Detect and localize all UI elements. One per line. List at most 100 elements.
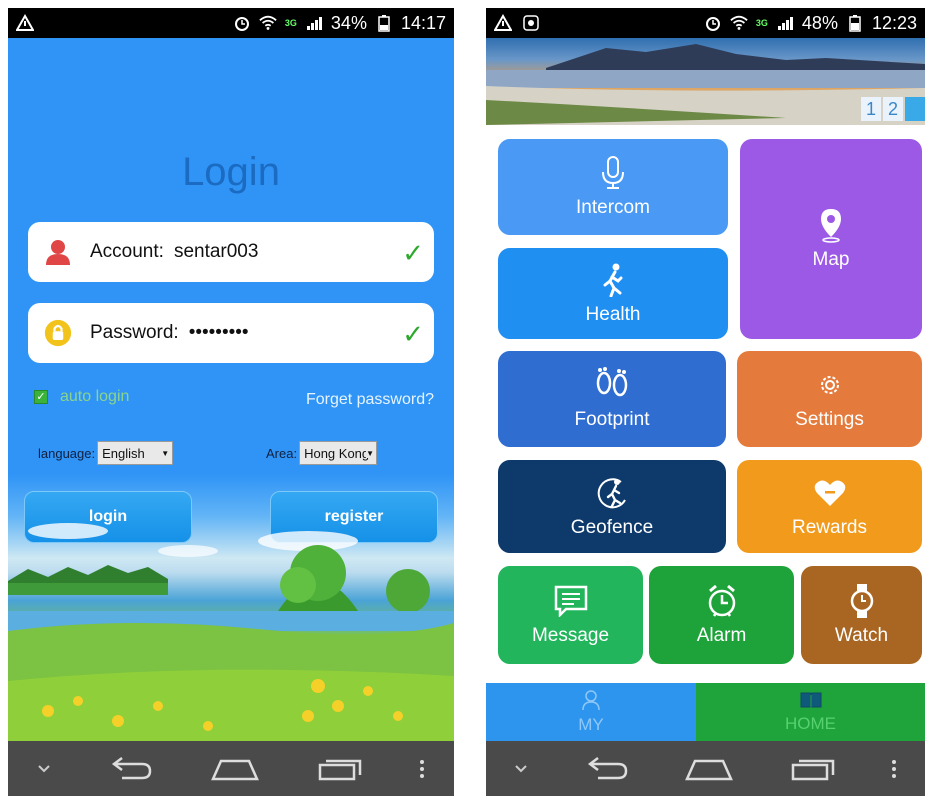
geofence-tile[interactable]: Geofence — [498, 460, 726, 553]
settings-label: Settings — [795, 409, 864, 430]
watch-icon — [849, 583, 875, 619]
dropdown-arrow-icon: ▼ — [366, 448, 375, 458]
password-field[interactable]: Password: ••••••••• ✓ — [28, 303, 434, 363]
clock-time: 12:23 — [871, 12, 917, 33]
network-type: 3G — [284, 17, 297, 28]
photo-banner[interactable]: 1 2 3 — [486, 38, 925, 125]
overflow-menu-icon[interactable] — [891, 759, 897, 779]
pager-dot-2[interactable]: 2 — [883, 97, 903, 121]
system-nav-bar — [486, 741, 925, 796]
status-bar: 3G 48% 12:23 — [486, 8, 925, 38]
status-bar: 3G 34% 14:17 — [8, 8, 454, 38]
bottom-tab-bar: MY HOME — [486, 683, 925, 741]
warning-icon — [494, 14, 512, 32]
home-icon[interactable] — [211, 757, 259, 781]
language-row: language: English ▼ — [38, 441, 174, 465]
checkbox-icon[interactable]: ✓ — [34, 390, 48, 404]
map-tile[interactable]: Map — [740, 139, 922, 339]
pager-dot-1[interactable]: 1 — [861, 97, 881, 121]
tab-my[interactable]: MY — [486, 683, 696, 741]
heart-icon — [814, 475, 846, 511]
back-icon[interactable] — [108, 756, 154, 782]
system-nav-bar — [8, 741, 454, 796]
login-screen: 3G 34% 14:17 Login Account: sentar003 ✓ — [8, 8, 454, 796]
auto-login-checkbox[interactable]: ✓ auto login — [34, 388, 129, 406]
chevron-down-icon[interactable] — [37, 764, 51, 774]
page-title: Login — [182, 150, 280, 194]
message-tile[interactable]: Message — [498, 566, 643, 664]
account-label: Account: — [90, 241, 164, 262]
battery-percent: 48% — [801, 12, 838, 33]
chevron-down-icon[interactable] — [514, 764, 528, 774]
footprint-label: Footprint — [574, 409, 650, 430]
battery-icon — [375, 14, 393, 32]
overflow-menu-icon[interactable] — [419, 759, 425, 779]
account-field[interactable]: Account: sentar003 ✓ — [28, 222, 434, 282]
checkmark-icon: ✓ — [402, 319, 424, 349]
runner-icon — [601, 262, 625, 298]
alarm-label: Alarm — [696, 625, 747, 646]
lock-icon — [44, 319, 72, 347]
geofence-icon — [595, 475, 629, 511]
wifi-icon — [730, 14, 748, 32]
intercom-tile[interactable]: Intercom — [498, 139, 728, 235]
landscape-illustration — [8, 523, 454, 741]
geofence-label: Geofence — [570, 516, 654, 538]
area-select[interactable]: Hong Kong ▼ — [299, 441, 378, 465]
health-label: Health — [585, 303, 641, 325]
banner-pager[interactable]: 1 2 3 — [859, 97, 925, 121]
rewards-tile[interactable]: Rewards — [737, 460, 922, 553]
gear-icon — [819, 367, 841, 403]
language-value: English — [102, 445, 145, 461]
login-background: Login Account: sentar003 ✓ Password: •••… — [8, 38, 454, 741]
forget-password-link[interactable]: Forget password? — [306, 391, 434, 409]
network-type: 3G — [755, 17, 768, 28]
area-label: Area: — [266, 445, 298, 461]
person-icon — [582, 689, 600, 715]
watch-label: Watch — [834, 625, 889, 646]
area-value: Hong Kong — [304, 445, 370, 461]
recent-apps-icon[interactable] — [316, 757, 362, 781]
book-icon — [800, 691, 822, 714]
pager-dot-3[interactable]: 3 — [905, 97, 925, 121]
wifi-icon — [259, 14, 277, 32]
clock-time: 14:17 — [400, 12, 446, 33]
recent-apps-icon[interactable] — [789, 757, 835, 781]
footprint-tile[interactable]: Footprint — [498, 351, 726, 447]
tab-my-label: MY — [578, 714, 604, 734]
language-label: language: — [38, 445, 96, 461]
tab-home[interactable]: HOME — [696, 683, 925, 741]
user-icon — [44, 238, 72, 266]
battery-percent: 34% — [330, 12, 367, 33]
message-icon — [554, 583, 588, 619]
home-icon[interactable] — [685, 757, 734, 781]
dropdown-arrow-icon: ▼ — [161, 448, 170, 458]
auto-login-label: auto login — [60, 388, 130, 405]
password-label: Password: — [90, 322, 179, 343]
password-input[interactable]: ••••••••• — [189, 322, 249, 344]
intercom-label: Intercom — [576, 197, 650, 218]
back-icon[interactable] — [584, 756, 630, 782]
microphone-icon — [600, 155, 626, 191]
rewards-label: Rewards — [792, 516, 867, 538]
signal-icon — [776, 14, 794, 32]
message-label: Message — [531, 625, 610, 646]
app-notification-icon — [522, 14, 540, 32]
health-tile[interactable]: Health — [498, 248, 728, 339]
feature-grid: Intercom Map Health Footprint Settings G… — [486, 125, 925, 682]
tab-home-label: HOME — [785, 713, 836, 733]
area-row: Area: Hong Kong ▼ — [266, 441, 378, 465]
location-pin-icon — [819, 207, 843, 243]
map-label: Map — [812, 249, 850, 270]
battery-icon — [846, 14, 864, 32]
account-input[interactable]: sentar003 — [174, 241, 259, 263]
settings-tile[interactable]: Settings — [737, 351, 922, 447]
watch-tile[interactable]: Watch — [801, 566, 922, 664]
signal-icon — [305, 14, 323, 32]
language-select[interactable]: English ▼ — [97, 441, 174, 465]
alarm-icon — [706, 583, 738, 619]
alarm-clock-icon — [233, 14, 251, 32]
alarm-clock-icon — [704, 14, 722, 32]
alarm-tile[interactable]: Alarm — [649, 566, 794, 664]
footprint-icon — [595, 367, 629, 403]
